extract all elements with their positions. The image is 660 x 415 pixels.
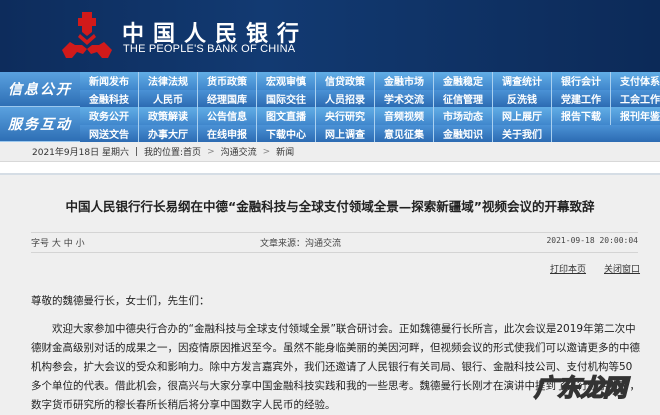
font-medium-button[interactable]: 中 bbox=[64, 239, 73, 249]
section-service-interaction[interactable]: 服务互动 bbox=[0, 107, 80, 142]
divider bbox=[31, 252, 638, 253]
nav-item[interactable]: 金融稳定 bbox=[434, 72, 493, 90]
nav-item[interactable]: 党建工作 bbox=[552, 89, 611, 107]
site-header: 中国人民银行 THE PEOPLE'S BANK OF CHINA bbox=[0, 0, 660, 72]
nav-item[interactable]: 网送文告 bbox=[80, 124, 139, 142]
nav-item[interactable]: 金融知识 bbox=[434, 124, 493, 142]
font-small-button[interactable]: 小 bbox=[76, 239, 85, 249]
nav-item[interactable]: 网上展厅 bbox=[493, 107, 552, 125]
nav-item[interactable]: 货币政策 bbox=[198, 72, 257, 90]
breadcrumb: 2021年9月18日 星期六 | 我的位置: 首页 > 沟通交流 > 新闻 bbox=[0, 142, 660, 162]
nav-item[interactable]: 市场动态 bbox=[434, 107, 493, 125]
nav-item[interactable]: 支付体系 bbox=[611, 72, 660, 90]
nav-item[interactable]: 法律法规 bbox=[139, 72, 198, 90]
font-size-label: 字号 bbox=[31, 239, 50, 249]
font-large-button[interactable]: 大 bbox=[52, 239, 61, 249]
nav-item[interactable]: 反洗钱 bbox=[493, 89, 552, 107]
nav-item[interactable]: 经理国库 bbox=[198, 89, 257, 107]
font-size-controls: 字号 大 中 小 bbox=[31, 236, 85, 249]
nav-item[interactable]: 办事大厅 bbox=[139, 124, 198, 142]
location-label: 我的位置: bbox=[144, 148, 184, 158]
breadcrumb-communication[interactable]: 沟通交流 bbox=[221, 145, 257, 158]
chevron-right-icon: > bbox=[262, 146, 271, 157]
nav-row: 金融科技 人民币 经理国库 国际交往 人员招录 学术交流 征信管理 反洗钱 党建工作 工会工作 bbox=[80, 89, 660, 108]
breadcrumb-news[interactable]: 新闻 bbox=[276, 145, 294, 158]
nav-item[interactable]: 意见征集 bbox=[375, 124, 434, 142]
separator: | bbox=[134, 146, 138, 157]
nav-item[interactable]: 金融科技 bbox=[80, 89, 139, 107]
spacer-strip bbox=[0, 162, 660, 175]
nav-item[interactable]: 人员招录 bbox=[316, 89, 375, 107]
nav-item[interactable]: 在线申报 bbox=[198, 124, 257, 142]
nav-item[interactable]: 征信管理 bbox=[434, 89, 493, 107]
nav-item[interactable]: 公告信息 bbox=[198, 107, 257, 125]
article-source: 文章来源：沟通交流 bbox=[260, 239, 342, 249]
nav-item[interactable]: 调查统计 bbox=[493, 72, 552, 90]
nav-item[interactable]: 报刊年鉴 bbox=[611, 107, 660, 125]
nav-item[interactable]: 下载中心 bbox=[257, 124, 316, 142]
nav-row: 政务公开 政策解读 公告信息 图文直播 央行研究 音频视频 市场动态 网上展厅 报告下载 报刊年鉴 bbox=[80, 107, 660, 125]
nav-grid: 新闻发布 法律法规 货币政策 宏观审慎 信贷政策 金融市场 金融稳定 调查统计 银行会计 支付体系… bbox=[80, 72, 660, 142]
nav-item[interactable]: 音频视频 bbox=[375, 107, 434, 125]
section-info-disclosure[interactable]: 信息公开 bbox=[0, 72, 80, 107]
article-datetime: 2021-09-18 20:00:04 bbox=[546, 236, 638, 245]
nav-item[interactable]: 图文直播 bbox=[257, 107, 316, 125]
nav-item[interactable]: 学术交流 bbox=[375, 89, 434, 107]
nav-row: 新闻发布 法律法规 货币政策 宏观审慎 信贷政策 金融市场 金融稳定 调查统计 银行会计 支付体系 bbox=[80, 72, 660, 90]
main-nav: 信息公开 服务互动 新闻发布 法律法规 货币政策 宏观审慎 信贷政策 金融市场 金融稳定 调查… bbox=[0, 72, 660, 142]
breadcrumb-home[interactable]: 首页 bbox=[183, 145, 201, 158]
bank-name-en: THE PEOPLE'S BANK OF CHINA bbox=[123, 43, 296, 55]
chevron-right-icon: > bbox=[207, 146, 215, 157]
nav-item[interactable]: 网上调查 bbox=[316, 124, 375, 142]
nav-item[interactable]: 信贷政策 bbox=[316, 72, 375, 90]
greeting: 尊敬的魏德曼行长，女士们，先生们： bbox=[31, 295, 210, 307]
watermark: 广东龙网 bbox=[533, 373, 628, 403]
nav-row: 网送文告 办事大厅 在线申报 下载中心 网上调查 意见征集 金融知识 关于我们 bbox=[80, 124, 660, 142]
nav-item[interactable]: 政策解读 bbox=[139, 107, 198, 125]
nav-item[interactable]: 报告下载 bbox=[552, 107, 611, 125]
nav-item[interactable]: 国际交往 bbox=[257, 89, 316, 107]
current-date: 2021年9月18日 星期六 bbox=[32, 148, 129, 158]
nav-item[interactable]: 银行会计 bbox=[552, 72, 611, 90]
article-title: 中国人民银行行长易纲在中德“金融科技与全球支付领域全景—探索新疆域”视频会议的开… bbox=[65, 199, 595, 214]
nav-item[interactable]: 宏观审慎 bbox=[257, 72, 316, 90]
print-page-link[interactable]: 打印本页 bbox=[550, 262, 586, 275]
nav-item[interactable]: 关于我们 bbox=[493, 124, 552, 142]
nav-item[interactable]: 工会工作 bbox=[611, 90, 660, 108]
divider bbox=[31, 232, 638, 233]
nav-item[interactable]: 人民币 bbox=[139, 89, 198, 107]
nav-item[interactable]: 央行研究 bbox=[316, 107, 375, 125]
nav-item[interactable]: 政务公开 bbox=[80, 107, 139, 125]
close-window-link[interactable]: 关闭窗口 bbox=[604, 262, 640, 275]
nav-item[interactable]: 新闻发布 bbox=[80, 72, 139, 90]
pboc-logo-icon bbox=[62, 12, 112, 58]
nav-item[interactable]: 金融市场 bbox=[375, 72, 434, 90]
